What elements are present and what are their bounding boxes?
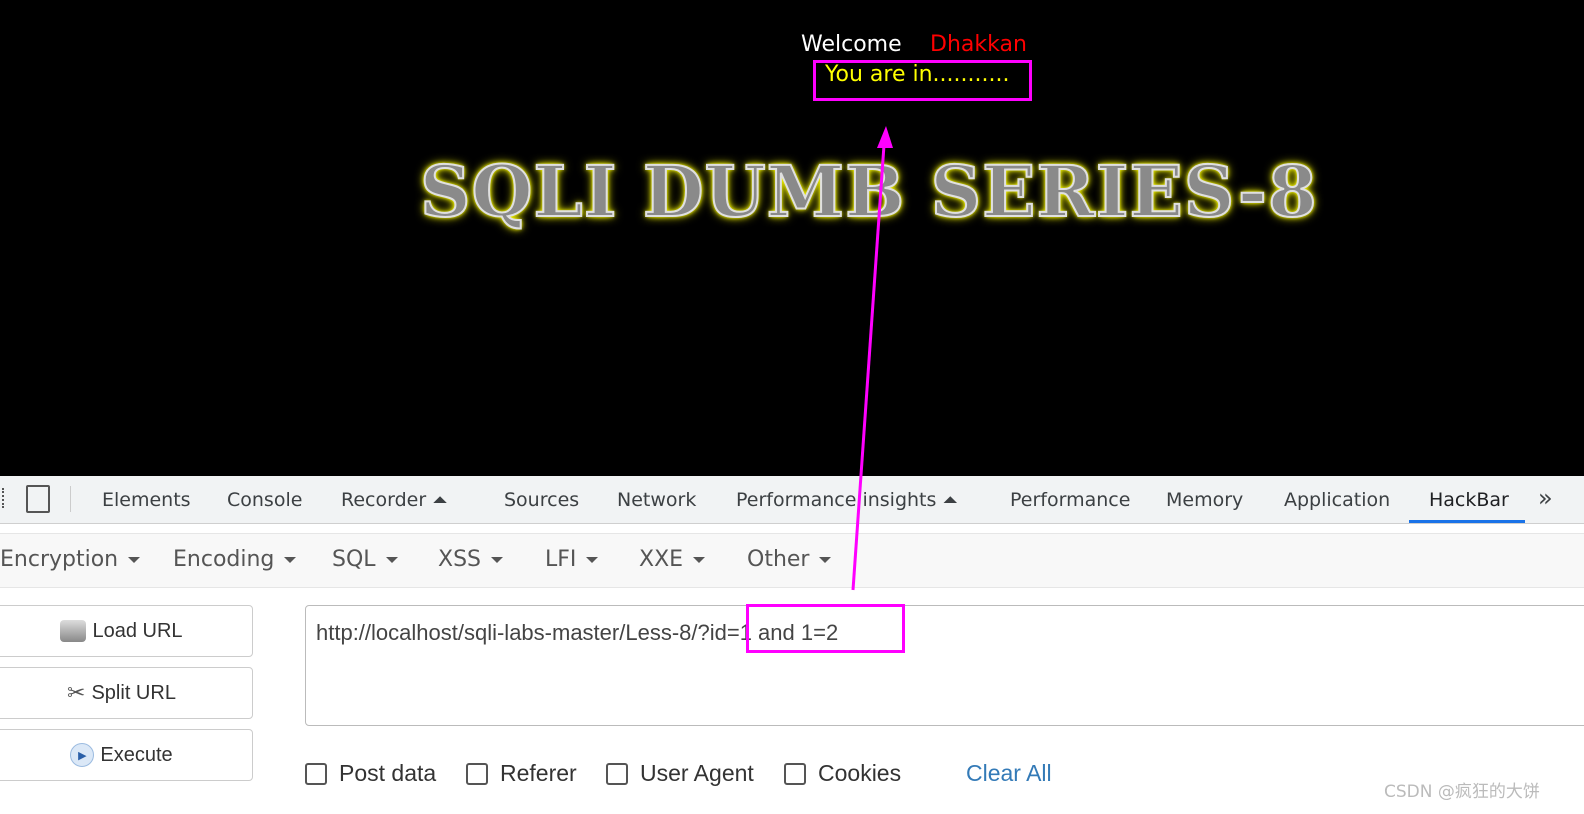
- menu-label: XXE: [639, 547, 684, 572]
- tab-hackbar[interactable]: HackBar: [1429, 489, 1509, 511]
- divider: [70, 486, 71, 512]
- menu-encoding[interactable]: Encoding: [173, 547, 297, 572]
- tab-recorder[interactable]: Recorder ⏶: [341, 489, 447, 511]
- execute-button[interactable]: ▶ Execute: [0, 729, 253, 781]
- menu-sql[interactable]: SQL: [332, 547, 398, 572]
- split-url-button[interactable]: ✂ Split URL: [0, 667, 253, 719]
- menu-other[interactable]: Other: [747, 547, 832, 572]
- tab-performance-insights[interactable]: Performance insights ⏶: [736, 489, 958, 511]
- url-input[interactable]: http://localhost/sqli-labs-master/Less-8…: [305, 605, 1584, 726]
- tab-label: Recorder: [341, 489, 427, 511]
- button-label: Split URL: [91, 681, 176, 704]
- tab-performance[interactable]: Performance: [1010, 489, 1130, 511]
- tab-label: Performance insights: [736, 489, 937, 511]
- hackbar-toolbar: Encryption Encoding SQL XSS LFI XXE Othe…: [0, 533, 1584, 588]
- cookies-checkbox[interactable]: Cookies: [784, 760, 901, 787]
- menu-label: Encoding: [173, 547, 275, 572]
- menu-lfi[interactable]: LFI: [545, 547, 599, 572]
- load-url-icon: [60, 620, 87, 642]
- menu-label: LFI: [545, 547, 577, 572]
- page-title-banner: SQLI DUMB SERIES-8: [419, 149, 1318, 234]
- caret-down-icon: [491, 557, 504, 563]
- tab-elements[interactable]: Elements: [102, 489, 191, 511]
- device-toggle-icon[interactable]: [26, 485, 50, 513]
- tab-application[interactable]: Application: [1284, 489, 1390, 511]
- user-agent-checkbox[interactable]: User Agent: [606, 760, 754, 787]
- result-message: You are in...........: [825, 62, 1010, 87]
- menu-label: SQL: [332, 547, 376, 572]
- username: Dhakkan: [930, 32, 1027, 57]
- caret-down-icon: [819, 557, 832, 563]
- tab-sources[interactable]: Sources: [504, 489, 579, 511]
- watermark: CSDN @疯狂的大饼: [1384, 782, 1540, 802]
- menu-label: Encryption: [0, 547, 119, 572]
- checkbox[interactable]: [784, 762, 806, 785]
- caret-down-icon: [586, 557, 599, 563]
- button-label: Load URL: [92, 619, 183, 642]
- checkbox[interactable]: [305, 762, 327, 785]
- referer-checkbox[interactable]: Referer: [466, 760, 577, 787]
- caret-down-icon: [284, 557, 297, 563]
- caret-down-icon: [693, 557, 706, 563]
- caret-down-icon: [128, 557, 141, 563]
- menu-encryption[interactable]: Encryption: [0, 547, 141, 572]
- post-data-checkbox[interactable]: Post data: [305, 760, 436, 787]
- flask-icon: ⏶: [432, 489, 448, 511]
- clear-all-link[interactable]: Clear All: [966, 760, 1052, 787]
- scissors-icon: ✂: [67, 680, 86, 705]
- welcome-label: Welcome: [801, 32, 902, 57]
- checkbox-label: Cookies: [818, 760, 902, 786]
- tab-network[interactable]: Network: [617, 489, 696, 511]
- webpage-viewport: Welcome Dhakkan You are in........... SQ…: [0, 0, 1584, 476]
- checkbox-label: Post data: [339, 760, 437, 786]
- checkbox-label: Referer: [500, 760, 577, 786]
- menu-xss[interactable]: XSS: [438, 547, 504, 572]
- active-tab-indicator: [1409, 520, 1525, 523]
- menu-label: Other: [747, 547, 810, 572]
- checkbox[interactable]: [606, 762, 628, 785]
- more-tabs-icon[interactable]: »: [1538, 484, 1553, 512]
- menu-xxe[interactable]: XXE: [639, 547, 706, 572]
- tab-memory[interactable]: Memory: [1166, 489, 1243, 511]
- flask-icon: ⏶: [942, 489, 958, 511]
- load-url-button[interactable]: Load URL: [0, 605, 253, 657]
- menu-label: XSS: [438, 547, 482, 572]
- button-label: Execute: [100, 743, 173, 766]
- inspect-icon[interactable]: [0, 488, 4, 508]
- caret-down-icon: [385, 557, 398, 563]
- checkbox[interactable]: [466, 762, 488, 785]
- tab-console[interactable]: Console: [227, 489, 302, 511]
- devtools-tab-bar: Elements Console Recorder ⏶ Sources Netw…: [0, 476, 1584, 524]
- checkbox-label: User Agent: [640, 760, 754, 786]
- play-icon: ▶: [70, 743, 95, 767]
